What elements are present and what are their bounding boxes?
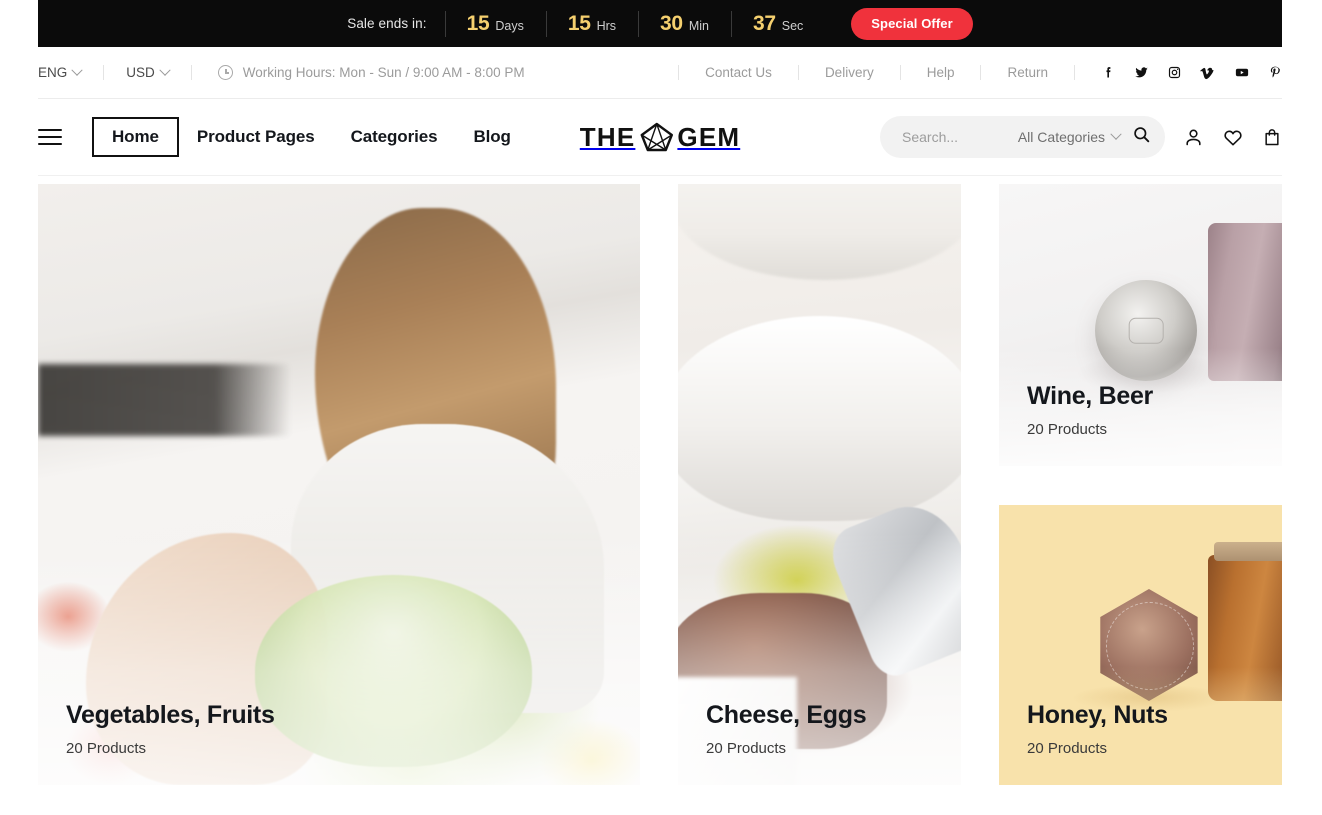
countdown-seconds-value: 37 <box>752 11 776 35</box>
category-card-text: Vegetables, Fruits 20 Products <box>66 701 275 757</box>
category-title: Honey, Nuts <box>1027 701 1168 729</box>
photo-detail <box>38 364 291 437</box>
countdown-days: 15 Days <box>445 12 546 36</box>
category-product-count: 20 Products <box>1027 421 1108 438</box>
sale-countdown-bar: Sale ends in: 15 Days 15 Hrs 30 Min 37 S… <box>38 0 1282 47</box>
youtube-icon[interactable] <box>1233 65 1251 80</box>
primary-menu: Home Product Pages Categories Blog <box>92 117 529 157</box>
search-icon[interactable] <box>1132 125 1151 149</box>
currency-label: USD <box>126 65 155 80</box>
category-title: Cheese, Eggs <box>706 701 867 729</box>
category-title: Wine, Beer <box>1027 382 1153 410</box>
chevron-down-icon <box>1110 128 1122 140</box>
utility-links: Contact Us Delivery Help Return <box>678 65 1075 80</box>
sale-ends-label: Sale ends in: <box>347 16 427 31</box>
working-hours: Working Hours: Mon - Sun / 9:00 AM - 8:0… <box>190 65 525 80</box>
category-card-text: Honey, Nuts 20 Products <box>1027 701 1168 757</box>
search-input[interactable] <box>902 129 1007 145</box>
countdown-hours-value: 15 <box>567 11 591 35</box>
currency-selector[interactable]: USD <box>103 64 191 80</box>
main-navigation-bar: Home Product Pages Categories Blog THE G… <box>38 99 1282 176</box>
countdown-minutes: 30 Min <box>638 12 731 36</box>
search-category-dropdown[interactable]: All Categories <box>1017 128 1122 145</box>
category-title: Vegetables, Fruits <box>66 701 275 729</box>
social-links <box>1075 65 1282 80</box>
special-offer-button[interactable]: Special Offer <box>851 7 973 40</box>
countdown-hours: 15 Hrs <box>546 12 638 36</box>
category-card-honey-nuts[interactable]: Honey, Nuts 20 Products <box>999 505 1282 785</box>
category-card-text: Cheese, Eggs 20 Products <box>706 701 867 757</box>
countdown-minutes-value: 30 <box>660 11 683 35</box>
nav-actions: All Categories <box>880 116 1282 158</box>
clock-icon <box>217 65 233 80</box>
category-card-wine-beer[interactable]: Wine, Beer 20 Products <box>999 184 1282 466</box>
hamburger-line <box>38 136 62 138</box>
language-label: ENG <box>38 65 68 80</box>
logo-text-gem: GEM <box>677 121 741 152</box>
nav-item-categories[interactable]: Categories <box>333 127 456 147</box>
category-product-count: 20 Products <box>1027 740 1108 757</box>
utility-link-return[interactable]: Return <box>981 65 1075 80</box>
countdown-days-label: Days <box>495 18 524 33</box>
countdown-seconds-label: Sec <box>781 18 804 33</box>
search-category-label: All Categories <box>1017 129 1105 145</box>
nav-item-home[interactable]: Home <box>92 117 179 157</box>
category-product-count: 20 Products <box>66 740 147 757</box>
facebook-icon[interactable] <box>1101 65 1116 80</box>
utility-link-contact-us[interactable]: Contact Us <box>678 65 799 80</box>
chevron-down-icon <box>159 64 171 76</box>
chevron-down-icon <box>71 64 83 76</box>
gem-icon <box>639 122 673 152</box>
search-bar[interactable]: All Categories <box>880 116 1165 158</box>
countdown-days-value: 15 <box>466 11 490 35</box>
countdown-hours-label: Hrs <box>596 18 617 33</box>
category-card-cheese-eggs[interactable]: Cheese, Eggs 20 Products <box>678 184 961 785</box>
countdown-minutes-label: Min <box>688 18 709 33</box>
account-icon[interactable] <box>1183 127 1204 148</box>
page-root: Sale ends in: 15 Days 15 Hrs 30 Min 37 S… <box>0 0 1322 815</box>
category-card-text: Wine, Beer 20 Products <box>1027 382 1153 438</box>
hamburger-line <box>38 129 62 131</box>
wishlist-heart-icon[interactable] <box>1222 127 1244 148</box>
utility-link-delivery[interactable]: Delivery <box>799 65 901 80</box>
countdown-seconds: 37 Sec <box>731 12 825 36</box>
twitter-icon[interactable] <box>1133 65 1150 80</box>
category-card-grid: Vegetables, Fruits 20 Products Cheese, E… <box>38 184 1282 785</box>
nav-item-product-pages[interactable]: Product Pages <box>179 127 333 147</box>
photo-detail <box>678 316 961 521</box>
hamburger-line <box>38 143 62 145</box>
sale-countdown-inner: Sale ends in: 15 Days 15 Hrs 30 Min 37 S… <box>347 7 973 40</box>
cart-bag-icon[interactable] <box>1262 126 1282 148</box>
vimeo-icon[interactable] <box>1199 65 1216 80</box>
hamburger-icon[interactable] <box>38 129 62 145</box>
pinterest-icon[interactable] <box>1268 65 1282 80</box>
site-logo[interactable]: THE GEM <box>580 122 740 153</box>
working-hours-text: Working Hours: Mon - Sun / 9:00 AM - 8:0… <box>242 65 525 80</box>
utility-bar: ENG USD Working Hours: Mon - Sun / 9:00 … <box>38 47 1282 99</box>
instagram-icon[interactable] <box>1167 65 1182 80</box>
category-product-count: 20 Products <box>706 740 787 757</box>
utility-bar-left: ENG USD Working Hours: Mon - Sun / 9:00 … <box>38 64 525 80</box>
language-selector[interactable]: ENG <box>38 64 103 80</box>
logo-text-the: THE <box>579 121 636 152</box>
category-card-vegetables-fruits[interactable]: Vegetables, Fruits 20 Products <box>38 184 640 785</box>
photo-detail <box>1128 317 1164 344</box>
photo-detail <box>678 184 961 281</box>
nav-item-blog[interactable]: Blog <box>455 127 528 147</box>
utility-link-help[interactable]: Help <box>901 65 982 80</box>
utility-bar-right: Contact Us Delivery Help Return <box>678 65 1282 80</box>
